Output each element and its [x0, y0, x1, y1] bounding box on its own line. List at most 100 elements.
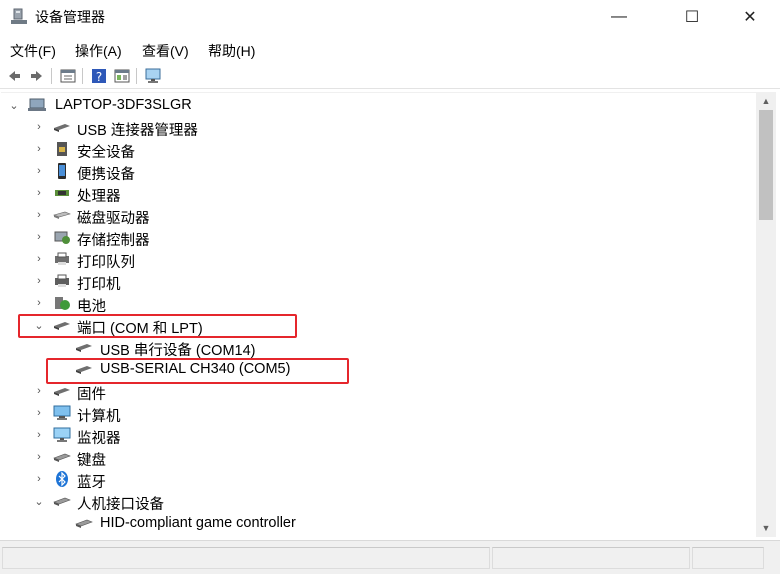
- tree-node-security[interactable]: › 安全设备: [1, 138, 756, 161]
- show-hide-icon: [114, 69, 130, 83]
- status-segment: [692, 547, 764, 569]
- chevron-right-icon[interactable]: ›: [33, 229, 45, 245]
- chevron-right-icon[interactable]: ›: [33, 163, 45, 179]
- tree-node-printer[interactable]: › 打印机: [1, 270, 756, 293]
- chevron-right-icon[interactable]: ›: [33, 273, 45, 289]
- toolbar: ?: [0, 64, 780, 89]
- menu-bar: 文件(F) 操作(A) 查看(V) 帮助(H): [0, 38, 780, 62]
- usb-connector-icon: [54, 124, 70, 132]
- help-icon: ?: [92, 69, 106, 84]
- status-segment: [492, 547, 690, 569]
- toolbar-separator: [51, 68, 52, 84]
- tree-node-storage[interactable]: › 存储控制器: [1, 226, 756, 249]
- scrollbar-thumb[interactable]: [759, 110, 773, 220]
- menu-file[interactable]: 文件(F): [10, 41, 56, 61]
- status-segment: [2, 547, 490, 569]
- bluetooth-icon: [56, 471, 68, 487]
- status-bar: [0, 540, 780, 574]
- computer-icon: [28, 98, 46, 111]
- tree-node-keyboard[interactable]: › 键盘: [1, 446, 756, 469]
- tree-node-disk[interactable]: › 磁盘驱动器: [1, 204, 756, 227]
- scroll-up-button[interactable]: ▲: [756, 92, 776, 110]
- tree-child-usb-serial-com14[interactable]: USB 串行设备 (COM14): [1, 336, 756, 359]
- port-icon: [76, 344, 92, 352]
- close-button[interactable]: ✕: [727, 0, 773, 34]
- highlight-box-ports: [18, 314, 297, 338]
- tree-node-computer[interactable]: › 计算机: [1, 402, 756, 425]
- tree-node-label: 磁盘驱动器: [77, 211, 150, 227]
- tree-node-bluetooth[interactable]: › 蓝牙: [1, 468, 756, 491]
- highlight-box-ch340: [46, 358, 349, 384]
- monitor-icon: [53, 427, 71, 442]
- tree-node-print-queue[interactable]: › 打印队列: [1, 248, 756, 271]
- tree-child-hid-game-controller[interactable]: HID-compliant game controller: [1, 512, 756, 534]
- chevron-down-icon[interactable]: ⌄: [8, 97, 20, 113]
- back-icon: [9, 71, 20, 81]
- menu-help[interactable]: 帮助(H): [208, 41, 255, 61]
- tree-node-label: USB 串行设备 (COM14): [100, 343, 256, 359]
- back-button[interactable]: [5, 67, 23, 85]
- tree-node-label: 计算机: [77, 409, 121, 425]
- chevron-right-icon[interactable]: ›: [33, 119, 45, 135]
- tree-node-battery[interactable]: › 电池: [1, 292, 756, 315]
- tree-node-processor[interactable]: › 处理器: [1, 182, 756, 205]
- toolbar-separator: [82, 68, 83, 84]
- tree-node-label: 打印队列: [77, 255, 135, 271]
- hid-device-icon: [75, 519, 93, 528]
- processor-icon: [55, 190, 69, 196]
- tree-root-label: LAPTOP-3DF3SLGR: [55, 97, 192, 113]
- tree-node-monitor[interactable]: › 监视器: [1, 424, 756, 447]
- chevron-right-icon[interactable]: ›: [33, 185, 45, 201]
- firmware-icon: [54, 388, 70, 396]
- chevron-right-icon[interactable]: ›: [33, 141, 45, 157]
- minimize-button[interactable]: —: [596, 0, 642, 34]
- menu-action[interactable]: 操作(A): [75, 41, 122, 61]
- toolbar-separator: [136, 68, 137, 84]
- minimize-icon: —: [611, 8, 627, 25]
- tree-node-label: 便携设备: [77, 167, 135, 183]
- tree-node-label: 键盘: [77, 453, 106, 469]
- chevron-right-icon[interactable]: ›: [33, 251, 45, 267]
- tree-node-label: 固件: [77, 387, 106, 403]
- vertical-scrollbar[interactable]: ▲ ▼: [756, 92, 776, 537]
- forward-icon: [31, 71, 42, 81]
- chevron-right-icon[interactable]: ›: [33, 449, 45, 465]
- maximize-icon: ☐: [684, 9, 700, 26]
- chevron-right-icon[interactable]: ›: [33, 471, 45, 487]
- maximize-button[interactable]: ☐: [669, 0, 715, 34]
- forward-button[interactable]: [28, 67, 46, 85]
- tree-node-hid[interactable]: ⌄ 人机接口设备: [1, 490, 756, 514]
- device-manager-icon: [11, 8, 27, 24]
- chevron-right-icon[interactable]: ›: [33, 295, 45, 311]
- title-bar: 设备管理器 — ☐ ✕: [0, 0, 780, 34]
- keyboard-icon: [53, 453, 71, 462]
- disk-drive-icon: [53, 211, 71, 219]
- scan-hardware-button[interactable]: [144, 67, 162, 85]
- tree-node-usb-connector[interactable]: › USB 连接器管理器: [1, 116, 756, 139]
- tree-node-label: 电池: [77, 299, 106, 315]
- security-device-icon: [57, 142, 67, 156]
- menu-view[interactable]: 查看(V): [142, 41, 189, 61]
- scroll-down-button[interactable]: ▼: [756, 519, 776, 537]
- properties-button[interactable]: [59, 67, 77, 85]
- chevron-right-icon[interactable]: ›: [33, 383, 45, 399]
- printer-icon: [55, 274, 69, 287]
- storage-controller-icon: [54, 231, 70, 244]
- tree-node-label: HID-compliant game controller: [100, 515, 296, 531]
- chevron-right-icon[interactable]: ›: [33, 405, 45, 421]
- tree-node-label: 打印机: [77, 277, 121, 293]
- show-hide-button[interactable]: [113, 67, 131, 85]
- close-icon: ✕: [743, 9, 757, 26]
- tree-node-label: 处理器: [77, 189, 121, 205]
- chevron-right-icon[interactable]: ›: [33, 427, 45, 443]
- chevron-right-icon[interactable]: ›: [33, 207, 45, 223]
- tree-root[interactable]: ⌄ LAPTOP-3DF3SLGR: [1, 94, 756, 116]
- computer-icon: [53, 405, 71, 420]
- help-button[interactable]: ?: [90, 67, 108, 85]
- tree-node-label: 安全设备: [77, 145, 135, 161]
- window-title: 设备管理器: [35, 9, 105, 25]
- chevron-down-icon[interactable]: ⌄: [33, 493, 45, 509]
- portable-device-icon: [58, 163, 66, 179]
- properties-icon: [60, 69, 76, 83]
- tree-node-portable[interactable]: › 便携设备: [1, 160, 756, 183]
